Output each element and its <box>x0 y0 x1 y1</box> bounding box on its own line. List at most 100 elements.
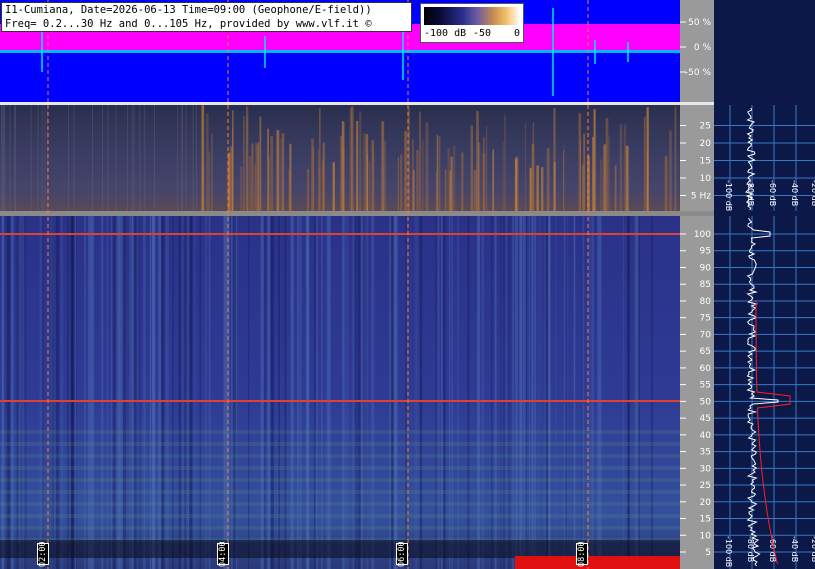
low-spectrogram-streak <box>502 141 504 211</box>
colorbar-label-max: 0 <box>514 28 521 39</box>
high-tick-label: 20 <box>700 498 712 508</box>
low-spectrogram-streak <box>211 133 213 211</box>
high-tick-label: 70 <box>700 330 712 340</box>
low-spectrogram-streak <box>416 149 419 211</box>
low-spectrogram-streak <box>317 149 320 211</box>
low-spectrogram-streak <box>281 133 285 211</box>
amplitude-trace <box>0 50 680 53</box>
low-spectrogram-streak <box>115 105 117 211</box>
low-spectrogram-streak <box>453 145 456 211</box>
low-spectrogram-streak <box>669 130 672 211</box>
low-spectrogram-streak <box>319 108 321 211</box>
low-spectrogram-streak <box>44 105 46 211</box>
spectrum-high-db-label: -100 dB <box>724 536 733 567</box>
low-spectrogram-streak <box>322 159 325 211</box>
low-spectrogram-streak <box>553 108 556 211</box>
low-tick-label: 15 <box>700 157 711 167</box>
low-spectrogram-streak <box>201 108 204 211</box>
colorbar-label-min: -100 dB <box>424 28 467 39</box>
low-spectrogram-streak <box>206 113 209 211</box>
low-spectrogram-streak <box>363 133 366 211</box>
spectrum-low-db-label: -40 dB <box>790 180 799 206</box>
colorbar: -100 dB -50 0 <box>420 3 524 43</box>
low-tick-label: 5 Hz <box>691 192 711 202</box>
panel-divider-top <box>0 102 714 105</box>
high-tick-label: 15 <box>700 515 711 525</box>
title-line-2: Freq= 0.2...30 Hz and 0...105 Hz, provid… <box>5 18 372 30</box>
high-tick-label: 90 <box>700 263 712 273</box>
high-spectrogram-band <box>0 490 680 494</box>
low-spectrogram-streak <box>485 126 488 211</box>
high-tick-label: 10 <box>700 531 712 541</box>
low-spectrogram-streak <box>280 138 282 211</box>
time-label-0600: 06:00 <box>396 541 408 567</box>
low-spectrogram-streak <box>447 147 450 211</box>
low-spectrogram-streak <box>68 105 70 211</box>
low-spectrogram-streak <box>444 169 447 211</box>
low-spectrogram-streak <box>461 152 464 211</box>
low-tick-label: 20 <box>700 139 712 149</box>
low-spectrogram-streak <box>383 140 387 211</box>
low-spectrogram-streak <box>133 105 135 211</box>
high-tick-label: 85 <box>700 280 711 290</box>
high-spectrogram-band <box>0 466 680 470</box>
low-spectrogram-streak <box>91 105 93 211</box>
low-spectrogram-streak <box>407 107 410 211</box>
low-spectrogram-streak <box>504 115 506 211</box>
low-spectrogram-streak <box>185 105 187 211</box>
colorbar-gradient <box>424 7 520 25</box>
line-100hz <box>0 233 680 235</box>
high-spectrogram-band <box>0 514 680 518</box>
high-tick-label: 25 <box>700 481 711 491</box>
low-spectrogram-streak <box>536 165 539 211</box>
low-spectrogram-streak <box>131 105 133 211</box>
low-spectrogram-streak <box>351 106 354 211</box>
low-spectrogram-streak <box>259 116 262 211</box>
low-spectrogram-streak <box>614 165 617 211</box>
low-spectrogram-streak <box>529 166 532 211</box>
title-line-1: I1-Cumiana, Date=2026-06-13 Time=09:00 (… <box>5 4 372 16</box>
high-tick-label: 60 <box>700 364 712 374</box>
low-spectrogram-streak <box>473 169 477 211</box>
high-tick-label: 50 <box>700 397 712 407</box>
high-spectrogram-band <box>0 478 680 482</box>
high-tick-label: 100 <box>694 230 711 240</box>
low-spectrogram-streak <box>192 105 194 211</box>
low-spectrogram-streak <box>579 139 582 211</box>
low-spectrogram-streak <box>256 144 258 211</box>
spectrum-high-db-label: -20 dB <box>810 536 815 562</box>
amplitude-tick-label: 0 % <box>694 43 712 53</box>
spectrogram-root: 50 % 0 % -50 % 25 20 15 10 5 Hz 100 95 90 85 80 75 7… <box>0 0 815 569</box>
low-spectrogram-streak <box>9 105 11 211</box>
spectrum-low-db-label: -100 dB <box>724 180 733 211</box>
low-spectrogram-streak <box>144 105 146 211</box>
high-tick-label: 40 <box>700 431 712 441</box>
low-spectrogram-streak <box>340 135 343 211</box>
high-spectrogram-band <box>0 526 680 530</box>
high-tick-label: 45 <box>700 414 711 424</box>
time-label-0800: 08:00 <box>576 541 588 567</box>
low-spectrogram-streak <box>239 166 243 211</box>
time-label-0400: 04:00 <box>217 541 229 567</box>
low-band-red <box>515 556 680 569</box>
low-spectrogram-streak <box>270 135 274 211</box>
low-spectrogram-streak <box>127 105 129 211</box>
low-tick-label: 10 <box>700 174 712 184</box>
high-tick-label: 65 <box>700 347 711 357</box>
low-spectrogram-streak <box>251 143 254 211</box>
low-spectrogram-streak <box>646 107 649 211</box>
low-spectrogram-streak <box>599 159 603 211</box>
low-spectrogram-streak <box>492 153 494 211</box>
low-spectrogram-streak <box>248 156 252 211</box>
low-spectrogram-streak <box>372 154 375 211</box>
high-tick-label: 5 <box>705 548 711 558</box>
low-spectrogram-streak <box>605 118 609 211</box>
low-spectrogram-streak <box>514 158 517 211</box>
low-tick-label: 25 <box>700 122 711 132</box>
low-spectrogram-streak <box>674 106 677 211</box>
low-spectrogram-streak <box>608 135 610 211</box>
spectrum-high-db-label: -40 dB <box>790 536 799 562</box>
low-spectrogram-streak <box>139 105 141 211</box>
low-spectrogram-streak <box>482 137 485 211</box>
low-spectrogram-streak <box>664 155 668 211</box>
